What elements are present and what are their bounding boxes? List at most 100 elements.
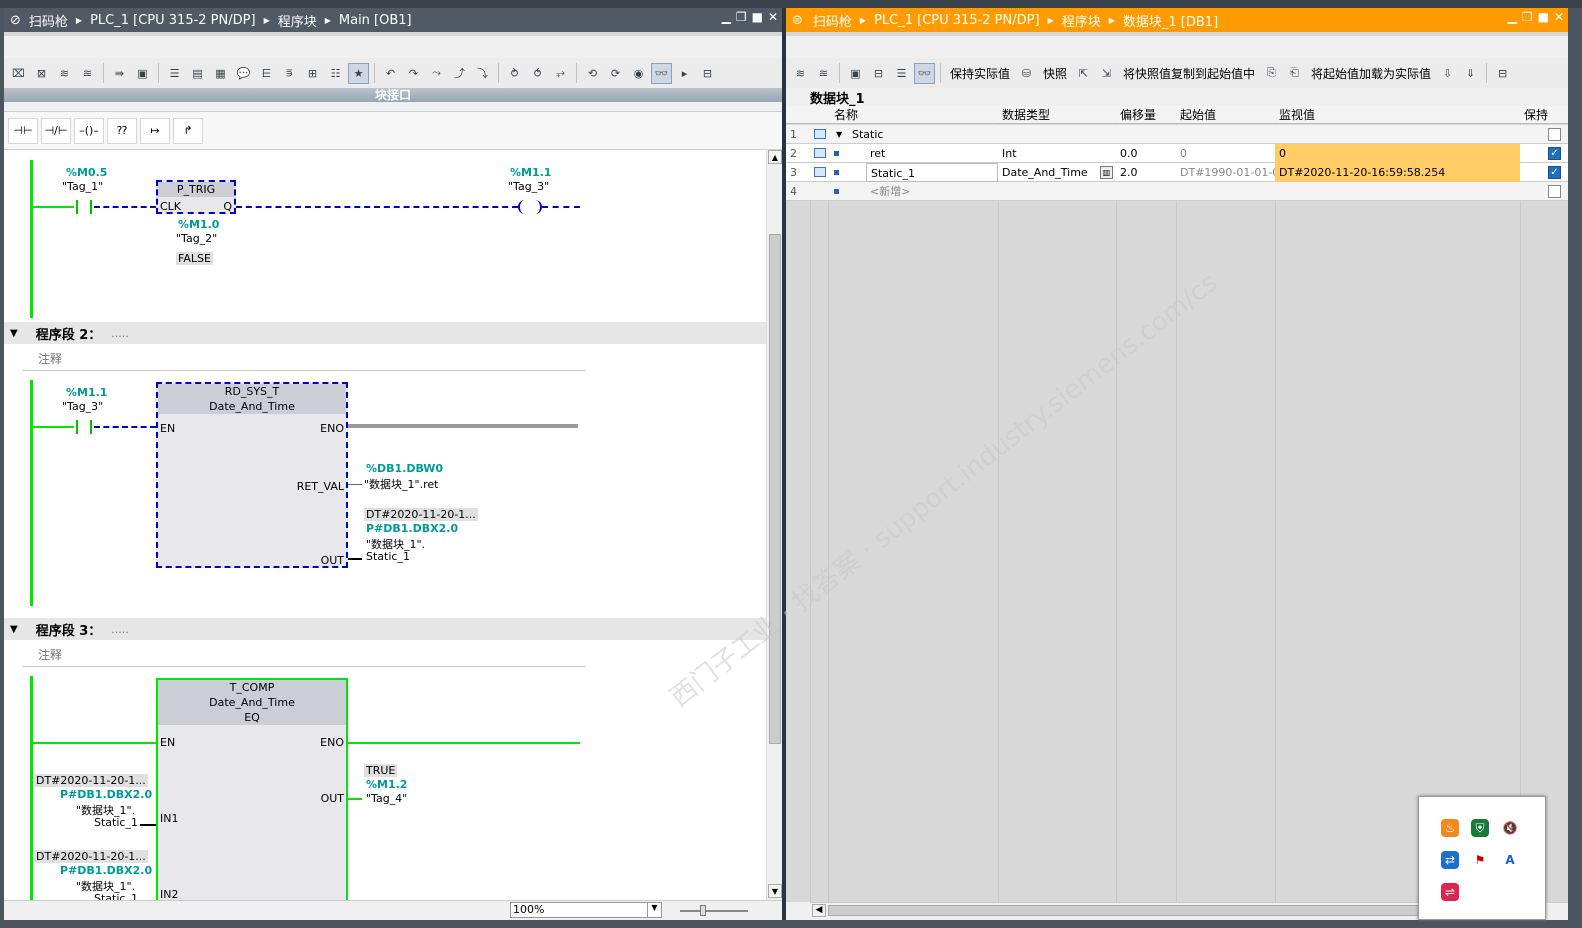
modify-value-icon[interactable]: ⟳ xyxy=(605,63,626,84)
append-row-icon[interactable]: ≊ xyxy=(77,63,98,84)
splitter[interactable] xyxy=(4,102,782,112)
col-header-monitor[interactable]: 监视值 xyxy=(1275,106,1315,124)
table-row[interactable]: 1 ▼ Static xyxy=(786,125,1568,144)
retain-checkbox[interactable] xyxy=(1548,185,1561,198)
assign-icon[interactable]: ⤴ xyxy=(449,63,470,84)
absolute-address-icon[interactable]: ☰ xyxy=(164,63,185,84)
coil-button[interactable]: –()– xyxy=(74,117,104,144)
copy-start-icon[interactable]: ⎘ xyxy=(1261,63,1282,84)
operand-address[interactable]: %DB1.DBW0 xyxy=(366,462,443,475)
open-branch-button[interactable]: ↦ xyxy=(140,117,170,144)
list-icon[interactable]: ☷ xyxy=(325,63,346,84)
network-2-header[interactable]: ▼ 程序段 2： ..... xyxy=(4,322,766,344)
close-all-icon[interactable]: ⋾ xyxy=(279,63,300,84)
pin-icon[interactable]: ⊜ xyxy=(792,13,803,28)
retain-checkbox[interactable]: ✓ xyxy=(1548,147,1561,160)
col-header-retain[interactable]: 保持 xyxy=(1520,106,1548,124)
collapse-all-icon[interactable]: ⊟ xyxy=(868,63,889,84)
load-icon[interactable]: ⇩ xyxy=(1437,63,1458,84)
retain-checkbox[interactable]: ✓ xyxy=(1548,166,1561,179)
zoom-slider[interactable] xyxy=(680,910,748,912)
insert-network-icon[interactable]: ⌧ xyxy=(8,63,29,84)
list-icon[interactable]: ☰ xyxy=(891,63,912,84)
row-start[interactable]: DT#1990-01-01-0 xyxy=(1176,163,1275,182)
rd-sys-t-box[interactable]: RD_SYS_T Date_And_Time EN ENO RET_VAL OU… xyxy=(156,382,348,568)
operand-address[interactable]: %M1.1 xyxy=(510,166,551,179)
snapshot-button[interactable]: 快照 xyxy=(1039,65,1071,82)
view-icon[interactable]: ⥅ xyxy=(550,63,571,84)
operand-tag[interactable]: Static_1 xyxy=(94,892,138,900)
pin-icon[interactable]: ⊘ xyxy=(10,13,21,28)
network-overview-icon[interactable]: ▦ xyxy=(210,63,231,84)
load2-icon[interactable]: ⇓ xyxy=(1460,63,1481,84)
snapshot-copy-icon[interactable]: ⇱ xyxy=(1073,63,1094,84)
add-row-icon[interactable]: ≊ xyxy=(813,63,834,84)
breadcrumb-main[interactable]: Main [OB1] xyxy=(339,13,412,28)
breadcrumb-blocks[interactable]: 程序块 xyxy=(1062,11,1101,30)
close-icon[interactable]: ✕ xyxy=(1554,10,1564,24)
breadcrumb-plc[interactable]: PLC_1 [CPU 315-2 PN/DP] xyxy=(874,13,1039,28)
panel-icon[interactable]: ⊟ xyxy=(697,63,718,84)
contact-element[interactable] xyxy=(76,200,92,214)
breakpoint-icon[interactable]: ◉ xyxy=(628,63,649,84)
operand-tag[interactable]: "Tag_2" xyxy=(176,232,217,245)
type-picker-icon[interactable]: ▥ xyxy=(1100,166,1113,179)
favorites-bar-icon[interactable]: ★ xyxy=(348,62,369,84)
comments-icon[interactable]: 💬 xyxy=(233,63,254,84)
no-contact-button[interactable]: ⊣⊢ xyxy=(8,117,38,144)
table-row[interactable]: 4 <新增> xyxy=(786,182,1568,201)
a-icon[interactable]: A xyxy=(1501,851,1519,869)
insert-row-icon[interactable]: ≋ xyxy=(54,63,75,84)
pane-splitter[interactable] xyxy=(782,8,786,920)
scroll-up-icon[interactable]: ▲ xyxy=(768,150,782,164)
scroll-down-icon[interactable]: ▼ xyxy=(768,884,782,898)
operand-address[interactable]: %M1.0 xyxy=(178,218,219,231)
empty-box-button[interactable]: ⁇ xyxy=(107,117,137,144)
row-monitor[interactable]: DT#2020-11-20-16:59:58.254 xyxy=(1275,163,1520,182)
snapshot-load-icon[interactable]: ⇲ xyxy=(1096,63,1117,84)
maximize-icon[interactable]: ■ xyxy=(752,10,763,24)
restore-icon[interactable]: ❐ xyxy=(736,10,747,24)
close-icon[interactable]: ✕ xyxy=(768,10,778,24)
maximize-icon[interactable]: ■ xyxy=(1538,10,1549,24)
scroll-thumb[interactable] xyxy=(769,234,781,744)
open-all-icon[interactable]: ⋿ xyxy=(256,63,277,84)
operand-display-icon[interactable]: ⊞ xyxy=(302,63,323,84)
operand-tag[interactable]: "Tag_3" xyxy=(62,400,103,413)
monitor-on-icon[interactable]: 👓 xyxy=(651,62,672,84)
row-type[interactable]: Int xyxy=(998,144,1017,163)
row-name[interactable]: Static_1 xyxy=(866,163,998,182)
restore-icon[interactable]: ❐ xyxy=(1522,10,1533,24)
database-icon[interactable]: ⛁ xyxy=(1016,63,1037,84)
row-type[interactable]: Date_And_Time xyxy=(998,163,1088,182)
scroll-left-icon[interactable]: ◀ xyxy=(812,904,826,917)
db-table[interactable]: 名称 数据类型 偏移量 起始值 监视值 保持 1 ▼ Static 2 ret … xyxy=(786,106,1568,902)
insert-row-icon[interactable]: ≋ xyxy=(790,63,811,84)
flag-icon[interactable]: ⚑ xyxy=(1471,851,1489,869)
call-hierarchy-icon[interactable]: ⤳ xyxy=(426,63,447,84)
breadcrumb-blocks[interactable]: 程序块 xyxy=(278,11,317,30)
network-3-header[interactable]: ▼ 程序段 3： ..... xyxy=(4,618,766,640)
breadcrumb-project[interactable]: 扫码枪 xyxy=(29,11,68,30)
sync-icon[interactable]: ⇌ xyxy=(1441,883,1459,901)
zoom-select[interactable]: 100% ▼ xyxy=(510,902,662,918)
wire-icon[interactable]: ⤵ xyxy=(472,63,493,84)
collapse-icon[interactable]: ▼ xyxy=(10,328,18,339)
shield-icon[interactable]: ⛨ xyxy=(1471,819,1489,837)
zoom-slider-thumb[interactable] xyxy=(700,905,706,916)
go-to-icon[interactable]: ⇛ xyxy=(109,63,130,84)
more-icon[interactable]: ▸ xyxy=(674,63,695,84)
operand-tag[interactable]: "数据块_1".ret xyxy=(364,476,438,492)
copy-snapshot-button[interactable]: 将快照值复制到起始值中 xyxy=(1119,65,1259,82)
operand-tag[interactable]: "Tag_1" xyxy=(62,180,103,193)
operand-address[interactable]: %M0.5 xyxy=(66,166,107,179)
operand-address[interactable]: P#DB1.DBX2.0 xyxy=(60,864,152,877)
modify-icon[interactable]: ⥀ xyxy=(527,63,548,84)
minimize-icon[interactable]: ▁ xyxy=(722,10,731,24)
block-icon[interactable]: ▣ xyxy=(132,63,153,84)
ladder-editor[interactable]: %M0.5 "Tag_1" P_TRIG CLK Q %M1.0 "Tag_2"… xyxy=(4,150,766,900)
nc-contact-button[interactable]: ⊣/⊢ xyxy=(41,117,71,144)
coil-element[interactable] xyxy=(518,200,542,214)
operand-tag[interactable]: Static_1 xyxy=(94,816,138,829)
network-icon[interactable]: ⇄ xyxy=(1441,851,1459,869)
